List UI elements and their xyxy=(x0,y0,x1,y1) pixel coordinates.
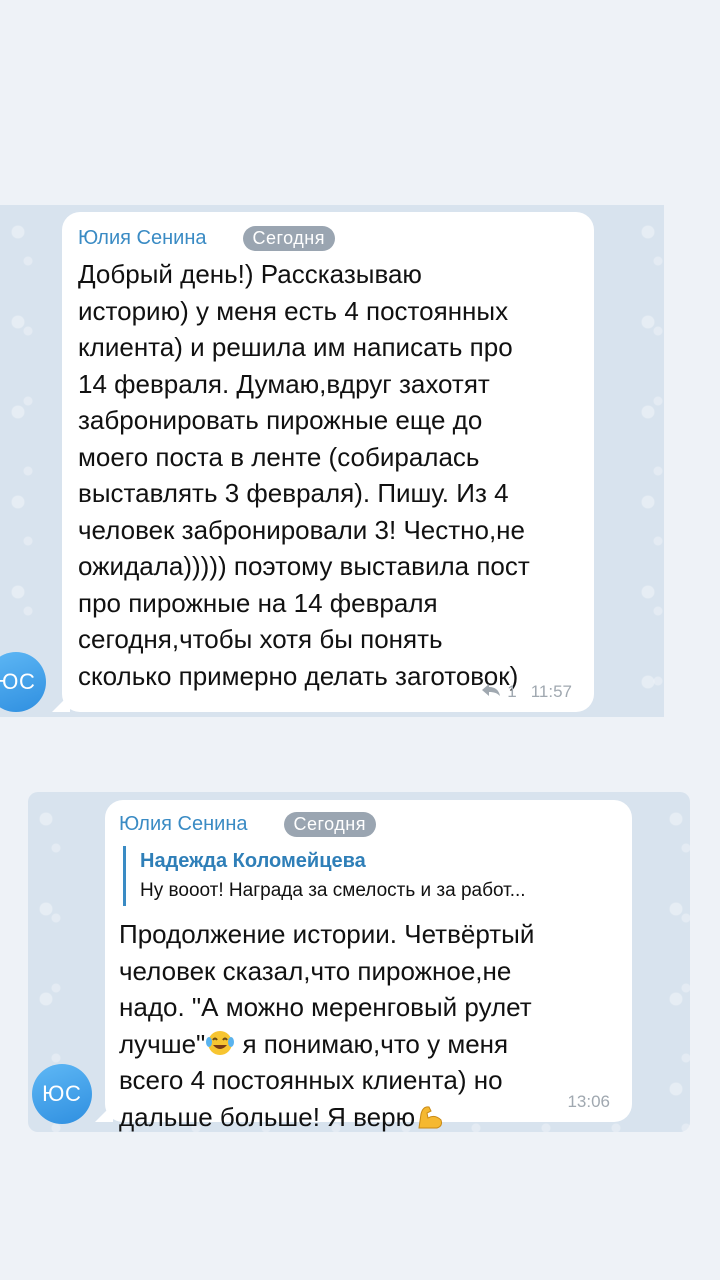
message-text: Добрый день!) Рассказываю историю) у мен… xyxy=(78,259,530,691)
quoted-reply-author: Надежда Коломейцева xyxy=(140,850,366,872)
quoted-reply[interactable]: Надежда Коломейцева Ну вооот! Награда за… xyxy=(123,846,618,906)
flexed-biceps-icon xyxy=(418,1105,443,1128)
avatar[interactable]: ЮС xyxy=(32,1064,92,1124)
message-text: Продолжение истории. Четвёртый человек с… xyxy=(119,916,618,1135)
date-badge: Сегодня xyxy=(242,225,335,251)
date-badge: Сегодня xyxy=(283,811,376,837)
face-with-tears-of-joy-icon xyxy=(206,1030,235,1055)
sender-name[interactable]: Юлия Сенина xyxy=(119,813,248,836)
message-bubble[interactable]: Юлия Сенина Сегодня Добрый день!) Расска… xyxy=(62,212,594,712)
message-meta: 13:06 xyxy=(567,1092,610,1112)
quoted-reply-text: Ну вооот! Награда за смелость и за работ… xyxy=(140,880,526,901)
reply-arrow-icon[interactable] xyxy=(481,682,501,702)
message-time: 13:06 xyxy=(567,1092,610,1111)
message-time: 11:57 xyxy=(530,682,572,701)
message-header: Юлия Сенина Сегодня xyxy=(78,220,578,256)
message-header: Юлия Сенина Сегодня xyxy=(119,806,618,842)
message-bubble[interactable]: Юлия Сенина Сегодня Надежда Коломейцева … xyxy=(105,800,632,1132)
sender-name[interactable]: Юлия Сенина xyxy=(78,227,207,250)
message-meta: 1 11:57 xyxy=(481,682,572,702)
reply-count[interactable]: 1 xyxy=(507,682,516,702)
